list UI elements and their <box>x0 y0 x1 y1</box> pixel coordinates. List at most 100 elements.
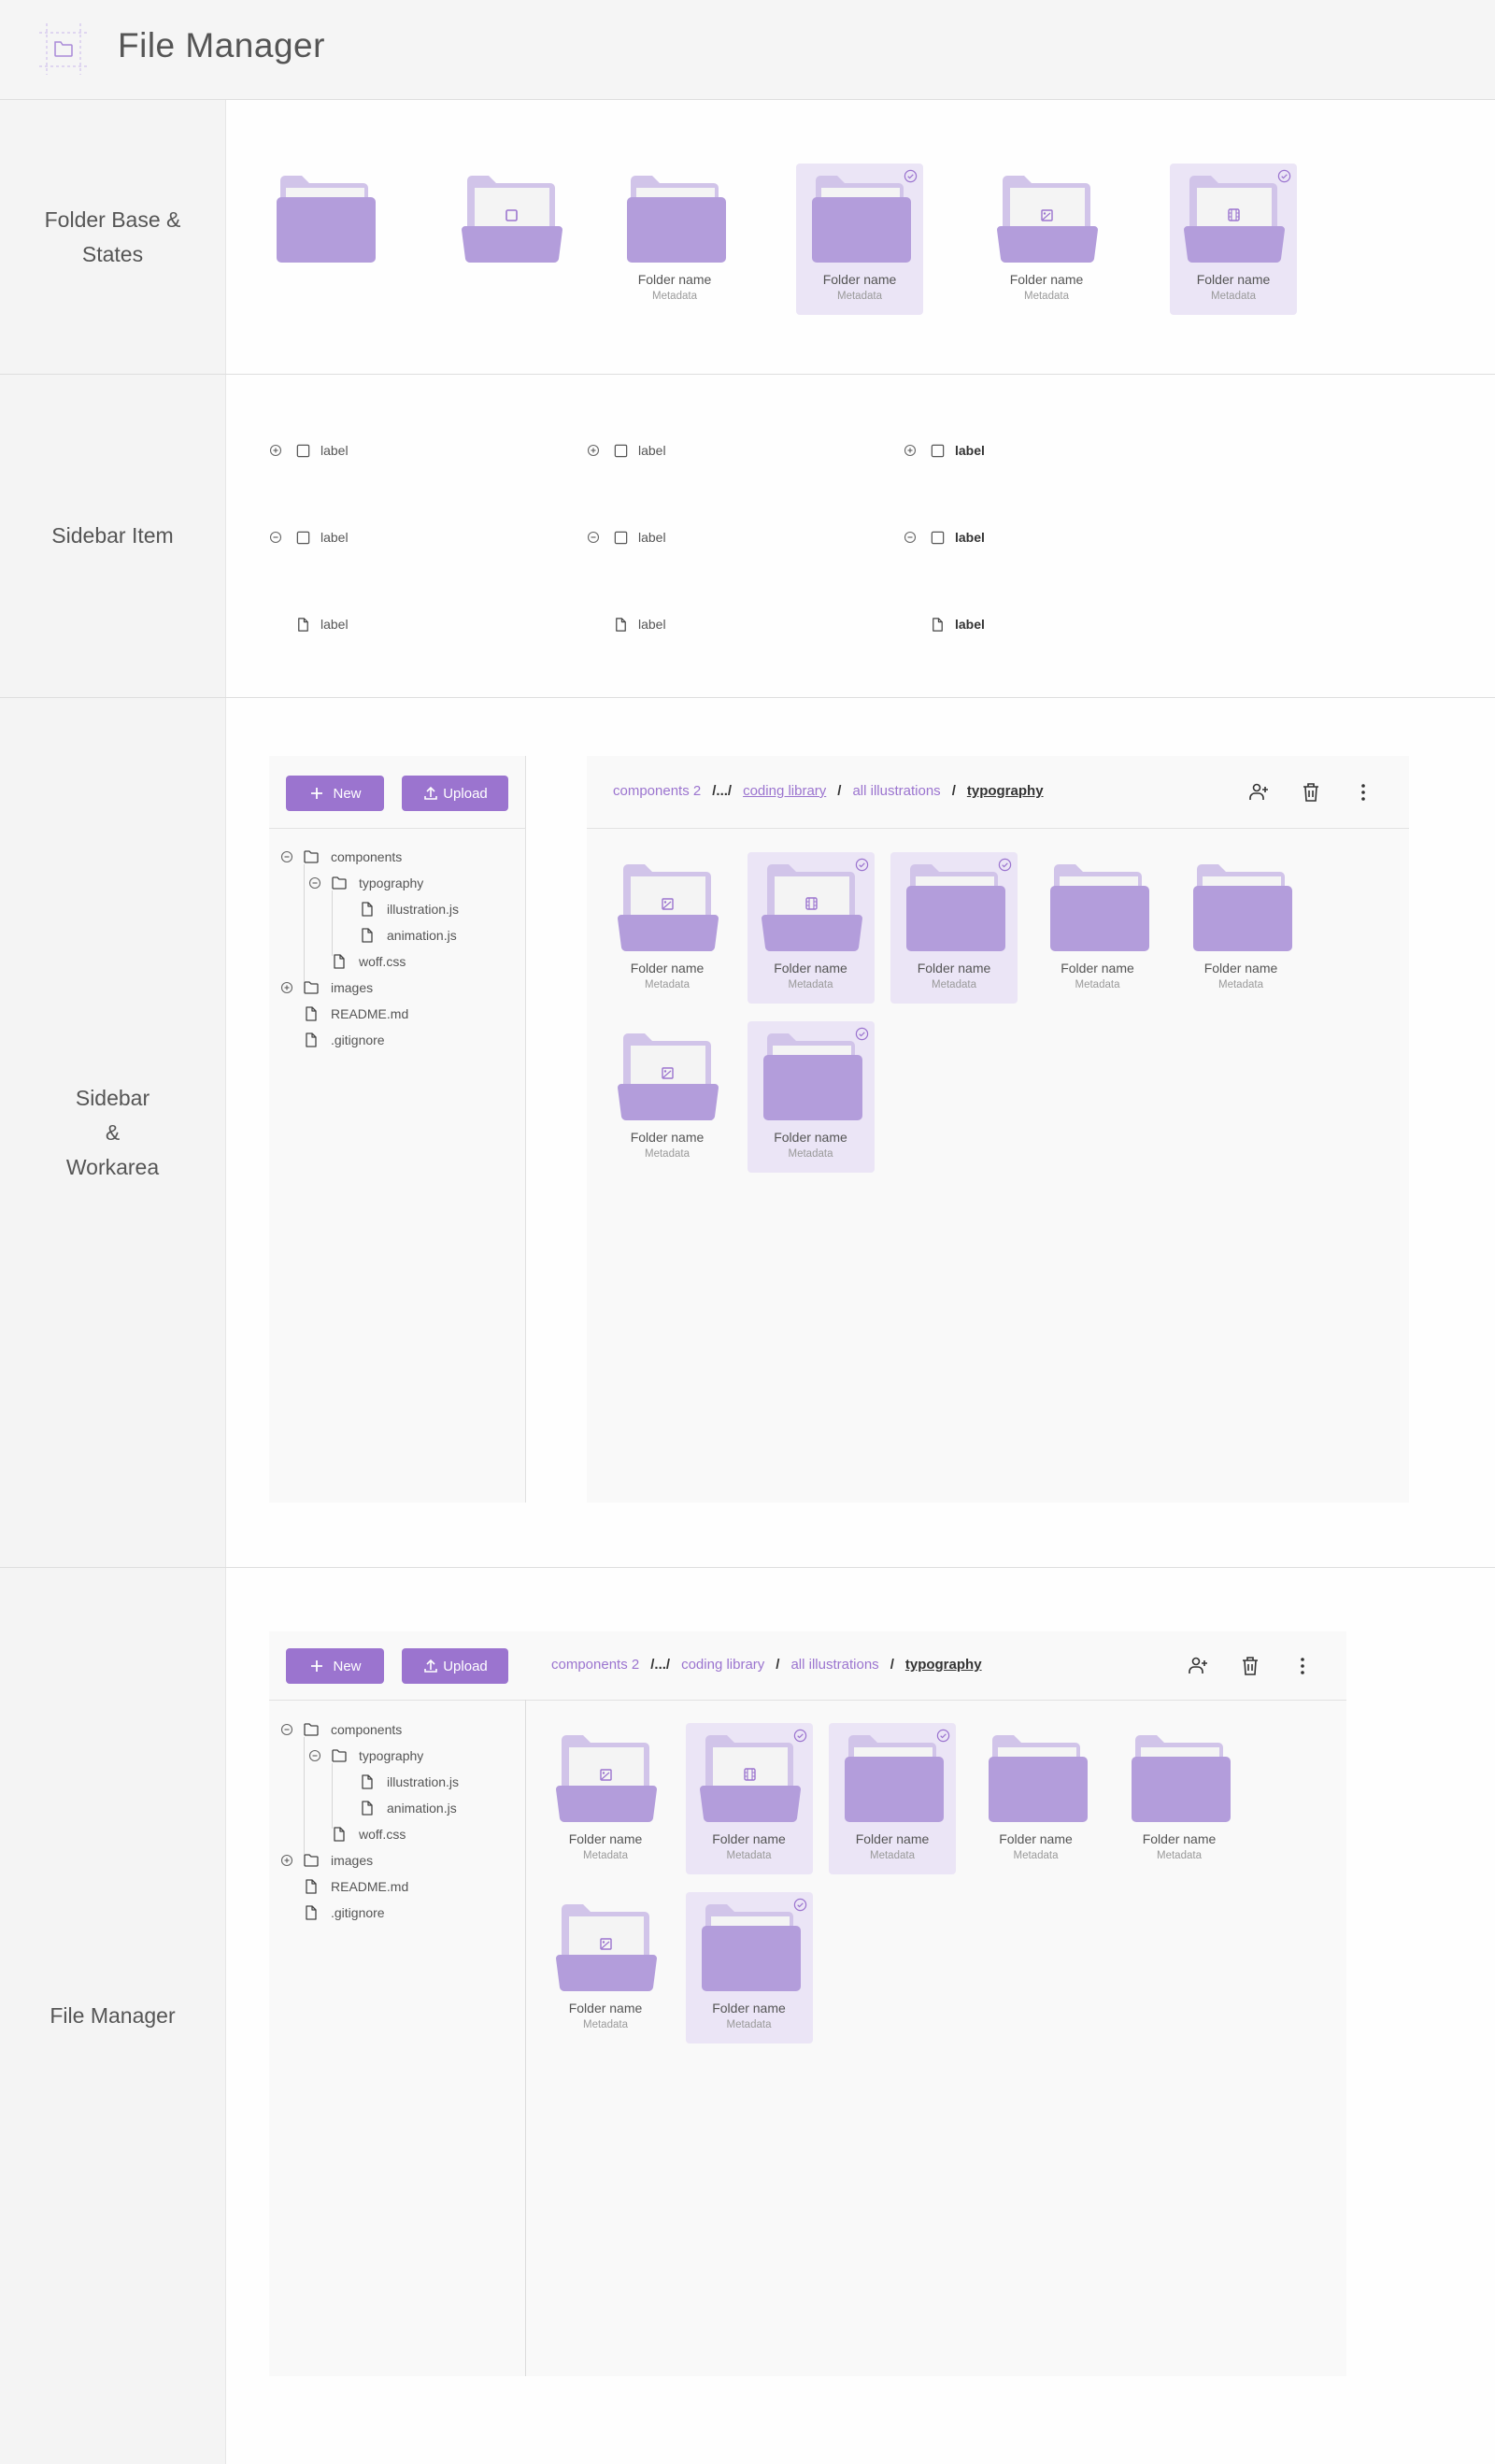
folder-card[interactable]: Folder name Metadata <box>796 164 923 315</box>
section-label: File Manager <box>0 1568 226 2464</box>
folder-card[interactable]: Folder name Metadata <box>890 852 1018 1004</box>
expand-icon[interactable] <box>280 981 293 994</box>
folder-name: Folder name <box>712 1831 786 1846</box>
folder-name: Folder name <box>917 961 991 976</box>
tree-item-label: components <box>331 1722 403 1737</box>
folder-name: Folder name <box>568 2001 643 2015</box>
breadcrumb-link[interactable]: all illustrations <box>790 1657 878 1673</box>
new-button[interactable]: New <box>286 1648 384 1684</box>
upload-icon <box>424 1659 438 1673</box>
file-icon <box>306 1006 317 1021</box>
folder-name: Folder name <box>774 961 847 976</box>
section-label: Folder Base & States <box>0 100 226 374</box>
folder-card[interactable]: Folder name Metadata <box>983 164 1110 315</box>
folder-icon <box>614 531 628 544</box>
folder-card[interactable]: Folder name Metadata <box>542 1723 669 1874</box>
tree-item-label: animation.js <box>387 1801 457 1816</box>
breadcrumb-link[interactable]: coding library <box>681 1657 764 1673</box>
add-user-icon[interactable] <box>1247 781 1270 804</box>
folder-icon <box>296 531 310 544</box>
sidebar-item[interactable]: label <box>587 441 666 460</box>
folder-video-icon <box>1184 176 1285 263</box>
plus-icon <box>311 788 323 799</box>
breadcrumb-link[interactable]: components 2 <box>551 1657 639 1673</box>
sidebar-item[interactable]: label <box>269 615 349 634</box>
folder-metadata: Metadata <box>1218 979 1263 990</box>
folder-metadata: Metadata <box>583 2019 628 2030</box>
folder-image-icon <box>618 1033 719 1121</box>
folder-card[interactable]: Folder name Metadata <box>542 1892 669 2044</box>
folder-icon <box>614 444 628 457</box>
add-user-icon[interactable] <box>1187 1655 1209 1677</box>
folder-card[interactable]: Folder name Metadata <box>1177 852 1304 1004</box>
file-icon <box>306 1905 317 1920</box>
new-button[interactable]: New <box>286 776 384 811</box>
section-label: Sidebar Item <box>0 375 226 697</box>
upload-button[interactable]: Upload <box>402 776 508 811</box>
sidebar-item-label: label <box>955 443 985 458</box>
breadcrumb-link[interactable]: components 2 <box>613 783 701 799</box>
file-icon <box>362 1801 373 1816</box>
folder-card[interactable]: Folder name Metadata <box>685 1892 813 2044</box>
folder-name: Folder name <box>855 1831 930 1846</box>
folder-card[interactable] <box>261 164 388 315</box>
expand-icon[interactable] <box>280 1854 293 1867</box>
more-vertical-icon[interactable] <box>1352 781 1374 804</box>
check-circle-icon <box>855 1027 868 1041</box>
sidebar-item[interactable]: label <box>904 615 985 634</box>
sidebar-item[interactable]: label <box>904 528 985 547</box>
file-icon <box>362 928 373 943</box>
folder-card[interactable] <box>448 164 575 315</box>
page-header: File Manager <box>0 0 1495 100</box>
breadcrumb-ellipsis[interactable]: /.../ <box>712 783 732 799</box>
expand-icon[interactable] <box>904 444 917 457</box>
upload-icon <box>424 786 438 800</box>
sidebar-item[interactable]: label <box>269 441 349 460</box>
folder-card[interactable]: Folder name Metadata <box>829 1723 956 1874</box>
trash-icon[interactable] <box>1239 1655 1261 1677</box>
tree-item-label: README.md <box>331 1006 409 1021</box>
folder-card[interactable]: Folder name Metadata <box>604 1021 731 1173</box>
breadcrumb-separator: / <box>837 783 842 799</box>
expand-icon[interactable] <box>587 444 600 457</box>
breadcrumb-link[interactable]: coding library <box>743 783 826 799</box>
collapse-icon[interactable] <box>904 531 917 544</box>
folder-name: Folder name <box>774 1130 847 1145</box>
folder-icon <box>1193 864 1292 951</box>
folder-card[interactable]: Folder name Metadata <box>747 852 875 1004</box>
folder-name: Folder name <box>637 272 712 287</box>
folder-card[interactable]: Folder name Metadata <box>747 1021 875 1173</box>
collapse-icon[interactable] <box>269 531 282 544</box>
folder-card[interactable]: Folder name Metadata <box>1034 852 1161 1004</box>
folder-name: Folder name <box>630 961 705 976</box>
breadcrumb-link[interactable]: all illustrations <box>852 783 940 799</box>
folder-card[interactable]: Folder name Metadata <box>685 1723 813 1874</box>
tree-connector <box>304 1737 305 1855</box>
sidebar-item[interactable]: label <box>269 528 349 547</box>
folder-icon <box>304 1723 319 1736</box>
folder-card[interactable]: Folder name Metadata <box>611 164 738 315</box>
collapse-icon[interactable] <box>587 531 600 544</box>
folder-icon <box>812 176 911 263</box>
breadcrumb-ellipsis[interactable]: /.../ <box>650 1657 670 1673</box>
folder-card[interactable]: Folder name Metadata <box>1116 1723 1243 1874</box>
sidebar-divider <box>525 1700 526 2376</box>
collapse-icon[interactable] <box>308 1749 321 1762</box>
sidebar-item[interactable]: label <box>587 615 666 634</box>
sidebar-item[interactable]: label <box>904 441 985 460</box>
sidebar-item[interactable]: label <box>587 528 666 547</box>
more-vertical-icon[interactable] <box>1291 1655 1314 1677</box>
collapse-icon[interactable] <box>280 850 293 863</box>
collapse-icon[interactable] <box>308 876 321 890</box>
folder-card[interactable]: Folder name Metadata <box>604 852 731 1004</box>
sidebar-item-label: label <box>638 617 666 632</box>
upload-button[interactable]: Upload <box>402 1648 508 1684</box>
trash-icon[interactable] <box>1300 781 1322 804</box>
expand-icon[interactable] <box>269 444 282 457</box>
plus-icon <box>311 1660 323 1672</box>
folder-card[interactable]: Folder name Metadata <box>1170 164 1297 315</box>
collapse-icon[interactable] <box>280 1723 293 1736</box>
tree-connector <box>332 1763 333 1829</box>
tree-item-label: woff.css <box>359 954 406 969</box>
folder-card[interactable]: Folder name Metadata <box>973 1723 1100 1874</box>
